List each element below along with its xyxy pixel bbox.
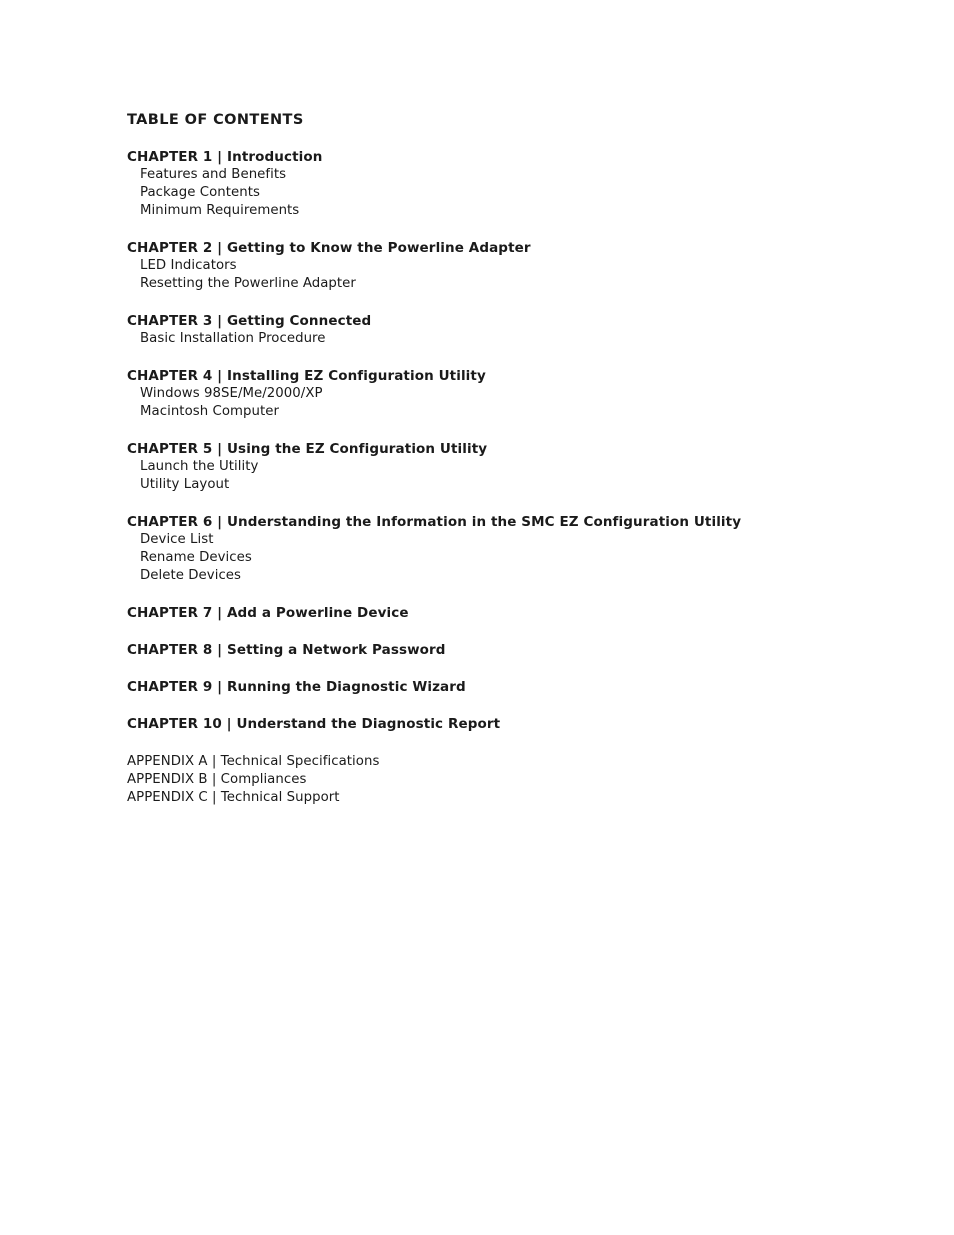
chapter-group: CHAPTER 9 | Running the Diagnostic Wizar… xyxy=(127,678,887,696)
chapter-subitem[interactable]: LED Indicators xyxy=(140,257,887,275)
chapter-group: CHAPTER 6 | Understanding the Informatio… xyxy=(127,513,887,585)
chapter-subitem[interactable]: Delete Devices xyxy=(140,567,887,585)
chapter-heading[interactable]: CHAPTER 7 | Add a Powerline Device xyxy=(127,604,887,622)
chapter-group: CHAPTER 3 | Getting Connected Basic Insta… xyxy=(127,312,887,348)
chapter-heading[interactable]: CHAPTER 1 | Introduction xyxy=(127,148,887,166)
chapter-heading[interactable]: CHAPTER 3 | Getting Connected xyxy=(127,312,887,330)
chapter-subitem[interactable]: Device List xyxy=(140,531,887,549)
chapter-subitem[interactable]: Minimum Requirements xyxy=(140,202,887,220)
chapter-subitem[interactable]: Macintosh Computer xyxy=(140,403,887,421)
chapter-subitem[interactable]: Resetting the Powerline Adapter xyxy=(140,275,887,293)
chapter-heading[interactable]: CHAPTER 2 | Getting to Know the Powerlin… xyxy=(127,239,887,257)
chapter-group: CHAPTER 2 | Getting to Know the Powerlin… xyxy=(127,239,887,293)
chapter-subitem[interactable]: Launch the Utility xyxy=(140,458,887,476)
chapter-heading[interactable]: CHAPTER 9 | Running the Diagnostic Wizar… xyxy=(127,678,887,696)
chapter-group: CHAPTER 10 | Understand the Diagnostic R… xyxy=(127,715,887,733)
appendix-entry[interactable]: APPENDIX B | Compliances xyxy=(127,771,887,789)
chapter-group: CHAPTER 5 | Using the EZ Configuration U… xyxy=(127,440,887,494)
appendix-entry[interactable]: APPENDIX A | Technical Specifications xyxy=(127,753,887,771)
chapter-group: CHAPTER 1 | Introduction Features and Ben… xyxy=(127,148,887,220)
table-of-contents: TABLE OF CONTENTS CHAPTER 1 | Introducti… xyxy=(127,111,887,807)
chapter-group: CHAPTER 7 | Add a Powerline Device xyxy=(127,604,887,622)
chapter-heading[interactable]: CHAPTER 6 | Understanding the Informatio… xyxy=(127,513,887,531)
page-title: TABLE OF CONTENTS xyxy=(127,112,304,128)
chapter-group: CHAPTER 8 | Setting a Network Password xyxy=(127,641,887,659)
chapter-heading[interactable]: CHAPTER 8 | Setting a Network Password xyxy=(127,641,887,659)
chapter-heading[interactable]: CHAPTER 5 | Using the EZ Configuration U… xyxy=(127,440,887,458)
chapter-group: CHAPTER 4 | Installing EZ Configuration … xyxy=(127,367,887,421)
chapter-subitem[interactable]: Rename Devices xyxy=(140,549,887,567)
appendix-list: APPENDIX A | Technical Specifications APP… xyxy=(127,753,887,807)
chapter-subitem[interactable]: Utility Layout xyxy=(140,476,887,494)
chapter-subitem[interactable]: Windows 98SE/Me/2000/XP xyxy=(140,385,887,403)
chapter-heading[interactable]: CHAPTER 4 | Installing EZ Configuration … xyxy=(127,367,887,385)
appendix-entry[interactable]: APPENDIX C | Technical Support xyxy=(127,789,887,807)
chapter-subitem[interactable]: Basic Installation Procedure xyxy=(140,330,887,348)
chapter-subitem[interactable]: Package Contents xyxy=(140,184,887,202)
chapter-list: CHAPTER 1 | Introduction Features and Ben… xyxy=(127,148,887,733)
chapter-heading[interactable]: CHAPTER 10 | Understand the Diagnostic R… xyxy=(127,715,887,733)
document-page: TABLE OF CONTENTS CHAPTER 1 | Introducti… xyxy=(0,0,954,1235)
chapter-subitem[interactable]: Features and Benefits xyxy=(140,166,887,184)
